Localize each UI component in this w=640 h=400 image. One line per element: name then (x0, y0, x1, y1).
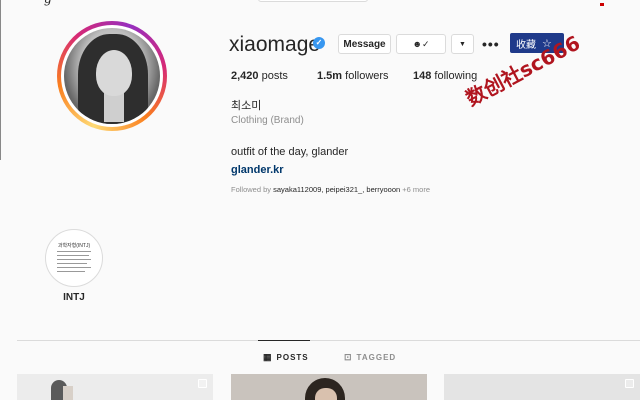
notification-dot (600, 3, 604, 6)
tab-posts[interactable]: ▦ POSTS (263, 352, 309, 363)
post-thumbnail[interactable] (444, 374, 640, 400)
verified-badge-icon: ✓ (313, 37, 325, 49)
instagram-logo[interactable]: g (44, 0, 52, 6)
profile-website-link[interactable]: glander.kr (231, 164, 284, 176)
profile-bio: outfit of the day, glander (231, 146, 349, 158)
posts-count: 2,420 posts (231, 70, 288, 82)
more-options-button[interactable]: ••• (482, 36, 500, 52)
highlight-cover: 과학자형(INTJ) (49, 233, 99, 283)
tab-tagged[interactable]: ⊡ TAGGED (344, 352, 396, 363)
followers-link[interactable]: 1.5m followers (317, 70, 389, 82)
chevron-down-icon: ▼ (459, 40, 466, 48)
profile-avatar[interactable] (57, 21, 167, 131)
carousel-icon (625, 379, 634, 388)
following-button[interactable]: ☻✓ (396, 34, 446, 54)
profile-full-name: 최소미 (231, 100, 262, 112)
search-input[interactable] (258, 0, 368, 2)
tabs-divider (17, 340, 640, 341)
followed-by-text[interactable]: Followed by sayaka112009, peipei321_, be… (231, 185, 430, 194)
profile-username: xiaomage (229, 33, 321, 56)
message-button[interactable]: Message (338, 34, 391, 54)
avatar-photo (64, 28, 160, 124)
following-link[interactable]: 148 following (413, 70, 477, 82)
carousel-icon (198, 379, 207, 388)
tag-icon: ⊡ (344, 352, 353, 362)
suggested-dropdown-button[interactable]: ▼ (451, 34, 474, 54)
top-nav-bar: g (0, 0, 640, 6)
story-highlight-intj[interactable]: 과학자형(INTJ) (45, 229, 103, 287)
grid-icon: ▦ (263, 352, 273, 362)
person-check-icon: ☻✓ (412, 38, 430, 49)
post-thumbnail[interactable] (17, 374, 213, 400)
highlight-label: INTJ (63, 292, 85, 303)
active-tab-indicator (258, 340, 310, 341)
profile-category: Clothing (Brand) (231, 115, 304, 126)
post-thumbnail[interactable] (231, 374, 427, 400)
window-edge (0, 0, 1, 160)
